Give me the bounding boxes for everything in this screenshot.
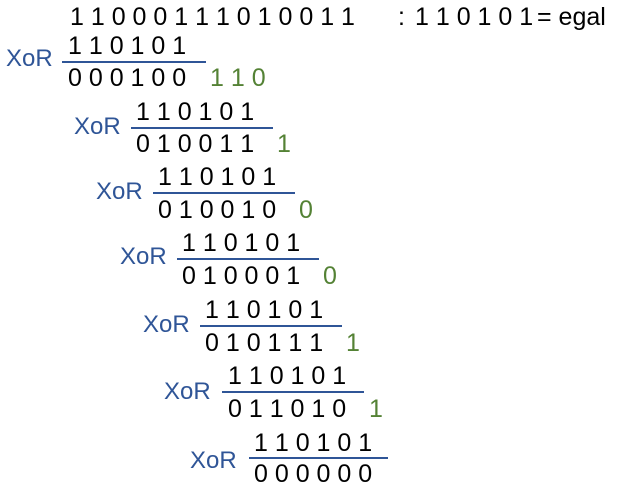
xor-long-division-diagram: 1 1 0 0 0 1 1 1 0 1 0 0 1 1 : 1 1 0 1 0 … [0, 0, 625, 486]
step-subtrahend: 1 1 0 1 0 1 [182, 229, 301, 257]
step-divider-line [222, 391, 364, 393]
step-subtrahend: 1 1 0 1 0 1 [68, 32, 187, 60]
step-subtrahend: 1 1 0 1 0 1 [205, 296, 324, 324]
step-divider-line [177, 258, 319, 260]
step-result: 0 1 0 0 0 1 [182, 262, 301, 290]
xor-label: XoR [164, 378, 211, 405]
dividend: 1 1 0 0 0 1 1 1 0 1 0 0 1 1 [70, 3, 355, 31]
step-result: 0 1 0 0 1 0 [158, 196, 277, 224]
step-subtrahend: 1 1 0 1 0 1 [136, 98, 255, 126]
brought-down-bits: 1 [346, 329, 360, 357]
xor-label: XoR [74, 113, 121, 140]
brought-down-bits: 0 [299, 196, 313, 224]
brought-down-bits: 1 [277, 130, 291, 158]
step-divider-line [200, 325, 342, 327]
step-divider-line [131, 127, 273, 129]
step-result: 0 0 0 1 0 0 [68, 64, 187, 92]
step-result: 0 1 1 0 1 0 [228, 395, 347, 423]
step-result: 0 1 0 1 1 1 [205, 329, 324, 357]
xor-label: XoR [143, 311, 190, 338]
brought-down-bits: 1 [369, 395, 383, 423]
equals-egal: = egal [537, 3, 606, 31]
xor-label: XoR [6, 45, 53, 72]
divisor: 1 1 0 1 0 1 [415, 3, 534, 31]
xor-label: XoR [190, 447, 237, 474]
step-subtrahend: 1 1 0 1 0 1 [254, 429, 373, 457]
step-divider-line [249, 457, 388, 459]
step-result: 0 0 0 0 0 0 [254, 460, 373, 486]
xor-label: XoR [120, 243, 167, 270]
division-separator: : [398, 3, 405, 31]
step-divider-line [62, 61, 206, 63]
step-divider-line [153, 192, 295, 194]
step-subtrahend: 1 1 0 1 0 1 [228, 362, 347, 390]
step-result: 0 1 0 0 1 1 [136, 130, 255, 158]
xor-label: XoR [96, 178, 143, 205]
step-subtrahend: 1 1 0 1 0 1 [158, 163, 277, 191]
brought-down-bits: 1 1 0 [210, 64, 266, 92]
brought-down-bits: 0 [323, 262, 337, 290]
